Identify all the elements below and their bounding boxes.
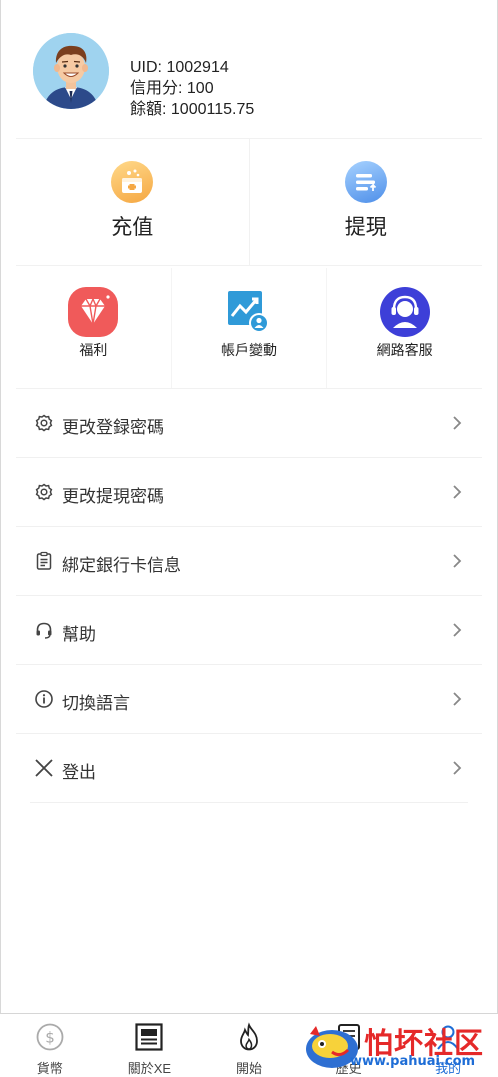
menu-label: 更改登録密碼 — [62, 418, 164, 437]
tab-currency[interactable]: $ 貨幣 — [0, 1014, 100, 1077]
balance-text: 餘額: 1000115.75 — [130, 101, 255, 118]
chevron-right-icon — [452, 691, 462, 707]
online-support-label: 網路客服 — [376, 342, 433, 358]
chevron-right-icon — [452, 760, 462, 776]
close-icon — [34, 758, 54, 778]
menu-bind-bank-card[interactable]: 綁定銀行卡信息 — [16, 527, 482, 596]
profile-info: UID: 1002914 信用分: 100 餘額: 1000115.75 — [130, 57, 254, 120]
info-icon — [34, 689, 54, 709]
online-support-button[interactable]: 網路客服 — [326, 268, 482, 388]
support-agent-icon — [379, 286, 431, 338]
profile-header: UID: 1002914 信用分: 100 餘額: 1000115.75 — [33, 33, 473, 118]
chevron-right-icon — [452, 415, 462, 431]
menu-label: 切換語言 — [62, 694, 130, 713]
svg-text:$: $ — [45, 1029, 55, 1047]
headset-icon — [34, 620, 54, 640]
site-watermark: 怕坏社区 www.pahuai.com — [302, 1018, 496, 1074]
account-changes-label: 帳戶變動 — [221, 342, 277, 358]
menu-help[interactable]: 幫助 — [16, 596, 482, 665]
account-changes-button[interactable]: 帳戶變動 — [170, 268, 327, 388]
uid-text: UID: 1002914 — [130, 59, 229, 76]
menu-label: 更改提現密碼 — [62, 487, 164, 506]
welfare-button[interactable]: 福利 — [16, 268, 171, 388]
tab-label: 開始 — [235, 1061, 262, 1076]
diamond-icon — [67, 286, 119, 338]
watermark-url: www.pahuai.com — [350, 1054, 476, 1069]
menu-label: 登出 — [62, 763, 96, 782]
recharge-button[interactable]: 充值 — [16, 139, 249, 265]
dollar-icon: $ — [35, 1022, 65, 1052]
flame-icon — [234, 1022, 264, 1052]
menu-label: 幫助 — [62, 625, 96, 644]
withdraw-label: 提現 — [344, 216, 387, 239]
menu-change-withdraw-password[interactable]: 更改提現密碼 — [16, 458, 482, 527]
menu-label: 綁定銀行卡信息 — [62, 556, 181, 575]
chevron-right-icon — [452, 484, 462, 500]
newspaper-icon — [134, 1022, 164, 1052]
gear-icon — [34, 413, 54, 433]
welfare-label: 福利 — [79, 342, 108, 358]
chevron-right-icon — [452, 553, 462, 569]
tab-start[interactable]: 開始 — [199, 1014, 299, 1077]
withdraw-icon — [344, 161, 387, 203]
withdraw-button[interactable]: 提現 — [248, 139, 483, 265]
recharge-label: 充值 — [111, 216, 154, 239]
chevron-right-icon — [452, 622, 462, 638]
credit-score-text: 信用分: 100 — [130, 80, 214, 97]
primary-actions: 充值 提現 — [16, 138, 482, 266]
menu-switch-language[interactable]: 切換語言 — [16, 665, 482, 734]
menu-logout[interactable]: 登出 — [30, 734, 468, 803]
tab-label: 關於XE — [127, 1061, 172, 1076]
settings-menu: 更改登録密碼 更改提現密碼 綁定銀行卡信息 幫助 切換語言 登出 — [16, 389, 482, 803]
menu-change-login-password[interactable]: 更改登録密碼 — [16, 389, 482, 458]
wallet-icon — [111, 161, 154, 203]
avatar[interactable] — [33, 33, 109, 109]
tab-label: 貨幣 — [36, 1061, 63, 1076]
chart-user-icon — [223, 286, 275, 338]
gear-icon — [34, 482, 54, 502]
feature-grid: 福利 帳戶變動 網路客服 — [16, 268, 482, 389]
clipboard-icon — [34, 551, 54, 571]
tab-about[interactable]: 關於XE — [100, 1014, 200, 1077]
